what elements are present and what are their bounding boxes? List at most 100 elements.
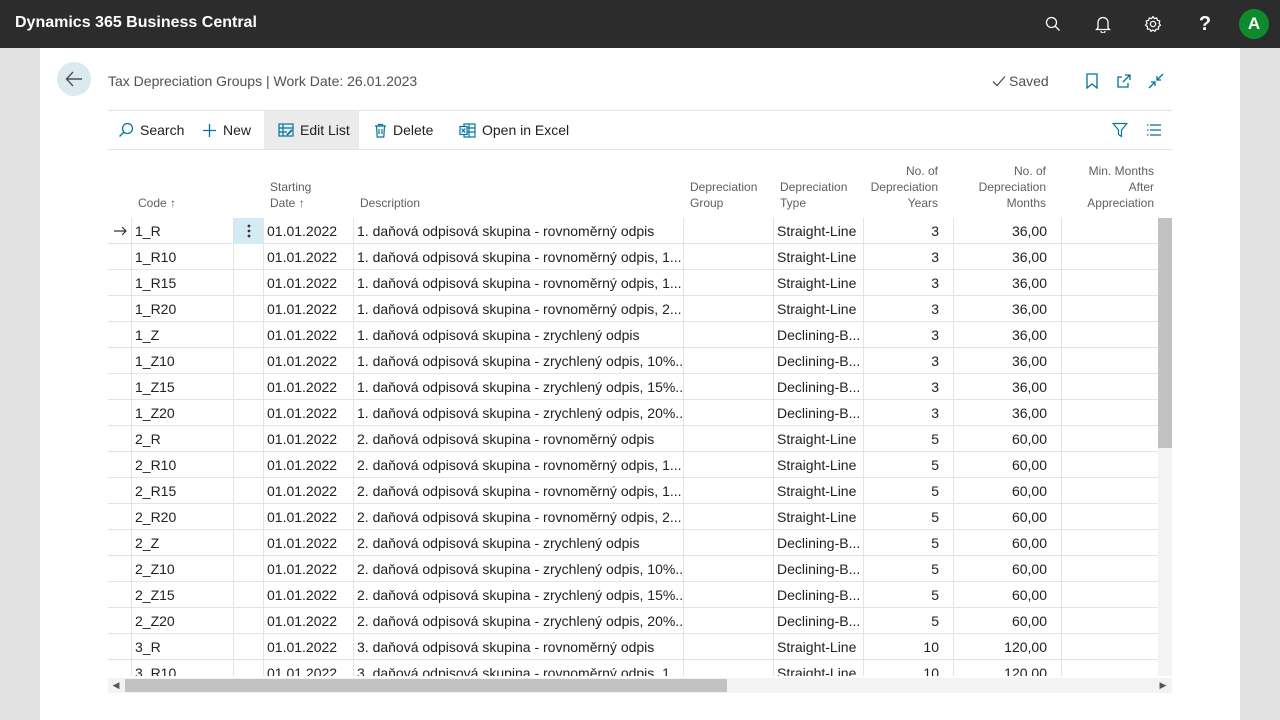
app-title[interactable]: Dynamics 365 Business Central [15,14,257,32]
open-new-window-icon[interactable] [1114,71,1134,91]
cell-description[interactable]: 1. daňová odpisová skupina - rovnoměrný … [354,218,684,244]
cell-description[interactable]: 2. daňová odpisová skupina - rovnoměrný … [354,478,684,504]
cell-depreciation-group[interactable] [684,556,774,582]
cell-depreciation-type[interactable]: Straight-Line [774,452,864,478]
cell-depreciation-type[interactable]: Declining-B... [774,556,864,582]
cell-code[interactable]: 2_Z10 [132,556,234,582]
cell-depreciation-group[interactable] [684,400,774,426]
cell-starting-date[interactable]: 01.01.2022 [264,322,354,348]
cell-min-months-after-appreciation[interactable] [1062,426,1158,452]
cell-depreciation-group[interactable] [684,322,774,348]
cell-starting-date[interactable]: 01.01.2022 [264,400,354,426]
cell-depreciation-group[interactable] [684,270,774,296]
table-row[interactable]: 2_Z15 01.01.2022 2. daňová odpisová skup… [108,582,1158,608]
cell-depreciation-months[interactable]: 60,00 [954,478,1062,504]
cell-depreciation-years[interactable]: 3 [864,244,954,270]
cell-description[interactable]: 1. daňová odpisová skupina - rovnoměrný … [354,244,684,270]
search-button[interactable]: Search [110,111,192,149]
cell-description[interactable]: 2. daňová odpisová skupina - rovnoměrný … [354,426,684,452]
cell-depreciation-group[interactable] [684,608,774,634]
cell-depreciation-years[interactable]: 5 [864,556,954,582]
row-menu-button[interactable] [234,634,264,660]
cell-depreciation-years[interactable]: 5 [864,504,954,530]
cell-code[interactable]: 1_R [132,218,234,244]
cell-depreciation-months[interactable]: 36,00 [954,218,1062,244]
cell-depreciation-group[interactable] [684,348,774,374]
cell-depreciation-group[interactable] [684,296,774,322]
cell-min-months-after-appreciation[interactable] [1062,374,1158,400]
horizontal-scrollbar-thumb[interactable] [125,679,727,692]
row-menu-button[interactable] [234,426,264,452]
cell-min-months-after-appreciation[interactable] [1062,400,1158,426]
cell-depreciation-months[interactable]: 60,00 [954,504,1062,530]
cell-depreciation-group[interactable] [684,426,774,452]
bookmark-icon[interactable] [1082,71,1102,91]
cell-depreciation-group[interactable] [684,530,774,556]
cell-depreciation-years[interactable]: 3 [864,374,954,400]
table-row[interactable]: 1_Z15 01.01.2022 1. daňová odpisová skup… [108,374,1158,400]
cell-min-months-after-appreciation[interactable] [1062,296,1158,322]
cell-depreciation-years[interactable]: 3 [864,348,954,374]
table-row[interactable]: 1_R 01.01.2022 1. daňová odpisová skupin… [108,218,1158,244]
cell-depreciation-years[interactable]: 3 [864,270,954,296]
cell-depreciation-group[interactable] [684,452,774,478]
cell-depreciation-months[interactable]: 60,00 [954,608,1062,634]
cell-depreciation-months[interactable]: 36,00 [954,244,1062,270]
column-header-depreciation-type[interactable]: Depreciation Type [780,179,847,211]
cell-depreciation-years[interactable]: 3 [864,218,954,244]
cell-depreciation-type[interactable]: Straight-Line [774,296,864,322]
cell-depreciation-years[interactable]: 5 [864,582,954,608]
cell-depreciation-months[interactable]: 36,00 [954,296,1062,322]
cell-description[interactable]: 1. daňová odpisová skupina - zrychlený o… [354,348,684,374]
cell-starting-date[interactable]: 01.01.2022 [264,608,354,634]
cell-starting-date[interactable]: 01.01.2022 [264,556,354,582]
table-row[interactable]: 2_R10 01.01.2022 2. daňová odpisová skup… [108,452,1158,478]
back-button[interactable] [57,62,91,96]
cell-starting-date[interactable]: 01.01.2022 [264,478,354,504]
table-row[interactable]: 3_R 01.01.2022 3. daňová odpisová skupin… [108,634,1158,660]
cell-depreciation-type[interactable]: Straight-Line [774,244,864,270]
cell-code[interactable]: 1_Z10 [132,348,234,374]
cell-code[interactable]: 2_R [132,426,234,452]
cell-depreciation-months[interactable]: 36,00 [954,374,1062,400]
user-avatar[interactable]: A [1239,9,1269,39]
row-menu-button[interactable] [234,400,264,426]
cell-depreciation-type[interactable]: Straight-Line [774,270,864,296]
list-view-icon[interactable] [1146,111,1166,149]
cell-depreciation-months[interactable]: 36,00 [954,400,1062,426]
cell-depreciation-group[interactable] [684,374,774,400]
cell-depreciation-months[interactable]: 60,00 [954,556,1062,582]
cell-min-months-after-appreciation[interactable] [1062,348,1158,374]
row-menu-button[interactable] [234,374,264,400]
row-menu-button[interactable] [234,244,264,270]
cell-starting-date[interactable]: 01.01.2022 [264,218,354,244]
cell-description[interactable]: 1. daňová odpisová skupina - rovnoměrný … [354,296,684,322]
cell-depreciation-months[interactable]: 60,00 [954,426,1062,452]
table-row[interactable]: 2_R 01.01.2022 2. daňová odpisová skupin… [108,426,1158,452]
cell-description[interactable]: 1. daňová odpisová skupina - zrychlený o… [354,400,684,426]
table-row[interactable]: 3_R10 01.01.2022 3. daňová odpisová skup… [108,660,1158,676]
cell-depreciation-type[interactable]: Declining-B... [774,322,864,348]
column-header-depreciation-months[interactable]: No. of Depreciation Months [966,163,1046,211]
cell-depreciation-type[interactable]: Straight-Line [774,218,864,244]
collapse-icon[interactable] [1146,71,1166,91]
cell-code[interactable]: 2_R10 [132,452,234,478]
cell-description[interactable]: 1. daňová odpisová skupina - zrychlený o… [354,374,684,400]
cell-min-months-after-appreciation[interactable] [1062,270,1158,296]
cell-depreciation-years[interactable]: 5 [864,478,954,504]
cell-code[interactable]: 1_R20 [132,296,234,322]
cell-starting-date[interactable]: 01.01.2022 [264,426,354,452]
cell-depreciation-months[interactable]: 36,00 [954,348,1062,374]
cell-depreciation-years[interactable]: 5 [864,530,954,556]
cell-code[interactable]: 2_R15 [132,478,234,504]
cell-depreciation-type[interactable]: Declining-B... [774,348,864,374]
cell-depreciation-years[interactable]: 5 [864,426,954,452]
cell-description[interactable]: 1. daňová odpisová skupina - rovnoměrný … [354,270,684,296]
cell-starting-date[interactable]: 01.01.2022 [264,348,354,374]
cell-depreciation-months[interactable]: 60,00 [954,582,1062,608]
cell-depreciation-months[interactable]: 60,00 [954,530,1062,556]
row-menu-button[interactable] [234,218,264,244]
cell-description[interactable]: 3. daňová odpisová skupina - rovnoměrný … [354,660,684,676]
row-menu-button[interactable] [234,530,264,556]
cell-min-months-after-appreciation[interactable] [1062,218,1158,244]
